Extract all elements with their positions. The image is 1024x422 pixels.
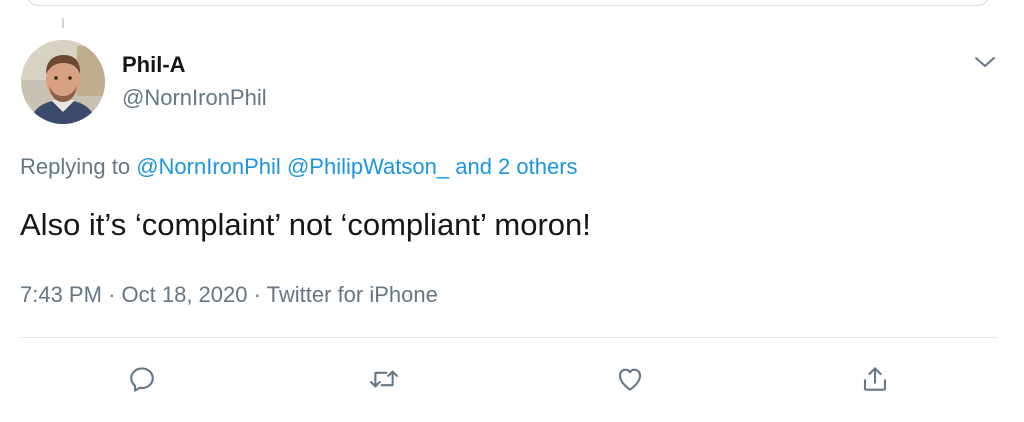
user-handle[interactable]: @NornIronPhil: [122, 85, 267, 111]
share-button[interactable]: [858, 362, 892, 396]
tweet-source[interactable]: Twitter for iPhone: [267, 282, 438, 307]
reply-icon: [130, 367, 154, 392]
like-button[interactable]: [613, 362, 647, 396]
meta-separator: ·: [253, 282, 261, 307]
tweet-time[interactable]: 7:43 PM: [20, 282, 102, 307]
heart-icon: [618, 368, 642, 391]
replying-to-line: Replying to @NornIronPhil @PhilipWatson_…: [20, 153, 578, 181]
reply-mention-link[interactable]: @PhilipWatson_: [287, 154, 449, 179]
meta-separator: ·: [108, 282, 116, 307]
tweet-page: Phil-A @NornIronPhil Replying to @NornIr…: [0, 0, 1024, 422]
retweet-icon: [370, 370, 398, 388]
tweet-text: Also it’s ‘complaint’ not ‘compliant’ mo…: [20, 207, 591, 242]
more-options-button[interactable]: [970, 50, 1000, 74]
actions-divider: [20, 337, 998, 338]
reply-others-link[interactable]: and 2 others: [455, 154, 577, 179]
avatar-image: [21, 40, 105, 124]
previous-tweet-card-edge: [26, 0, 990, 6]
avatar[interactable]: [21, 40, 105, 124]
reply-button[interactable]: [125, 362, 159, 396]
retweet-button[interactable]: [367, 362, 401, 396]
tweet-date[interactable]: Oct 18, 2020: [122, 282, 248, 307]
tweet-meta: 7:43 PM · Oct 18, 2020 · Twitter for iPh…: [20, 281, 438, 309]
chevron-down-icon: [975, 57, 995, 67]
share-icon: [863, 367, 887, 391]
reply-mention-link[interactable]: @NornIronPhil: [136, 154, 281, 179]
user-display-name[interactable]: Phil-A: [122, 52, 186, 78]
thread-connector-line: [62, 18, 64, 28]
replying-to-label: Replying to: [20, 154, 131, 179]
